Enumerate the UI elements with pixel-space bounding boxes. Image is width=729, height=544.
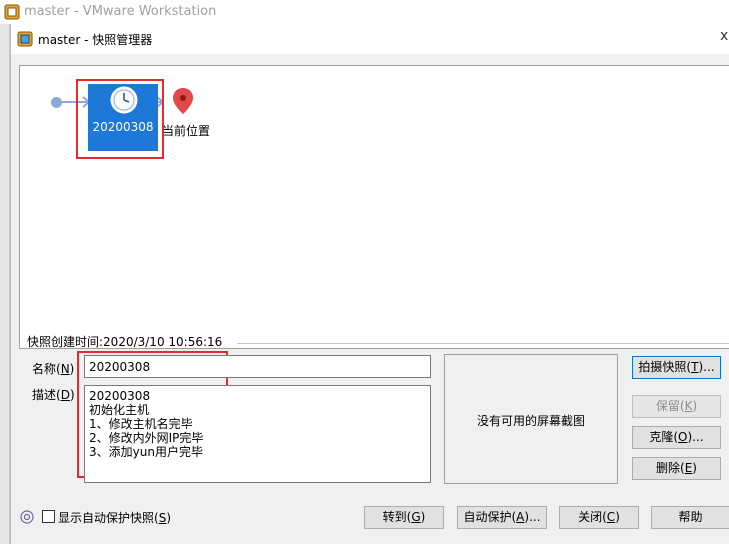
autoprotect-button[interactable]: 自动保护(A)... (457, 506, 547, 529)
dialog-title: master - 快照管理器 (38, 33, 153, 47)
description-line: 20200308 (89, 389, 151, 403)
description-line: 3、添加yun用户完毕 (89, 445, 203, 459)
vmware-app-icon (4, 4, 20, 20)
take-snapshot-button[interactable]: 拍摄快照(T)... (632, 356, 721, 379)
outer-window-title: master - VMware Workstation (24, 4, 217, 19)
description-line: 1、修改主机名完毕 (89, 417, 193, 431)
clock-snapshot-icon (110, 86, 138, 114)
clone-button[interactable]: 克隆(O)... (632, 426, 721, 449)
dialog-titlebar: master - 快照管理器 x (11, 24, 729, 54)
show-autoprotect-label[interactable]: 显示自动保护快照(S) (58, 509, 171, 526)
help-circle-icon[interactable] (20, 510, 34, 524)
snapshot-created-time: 快照创建时间:2020/3/10 10:56:16 (27, 335, 223, 349)
name-label: 名称(N) (32, 362, 75, 376)
snapshot-tree[interactable]: 20200308 当前位置 (19, 65, 729, 349)
snapshot-node-label: 20200308 (92, 120, 154, 134)
snapshot-manager-dialog: master - 快照管理器 x 20200308 当前位置 快照创建时间:20… (10, 24, 729, 544)
screenshot-preview: 没有可用的屏幕截图 (444, 354, 618, 484)
snapshot-name-input[interactable] (84, 355, 431, 378)
outer-window-edge (0, 24, 10, 544)
section-divider (237, 343, 729, 344)
no-screenshot-message: 没有可用的屏幕截图 (476, 414, 585, 428)
help-button[interactable]: 帮助 (651, 506, 729, 529)
delete-button[interactable]: 删除(E) (632, 457, 721, 480)
description-label: 描述(D) (32, 388, 75, 402)
snapshot-description-textarea[interactable]: 20200308 初始化主机 1、修改主机名完毕 2、修改内外网IP完毕 3、添… (84, 385, 431, 483)
goto-button[interactable]: 转到(G) (364, 506, 444, 529)
location-pin-icon (172, 87, 194, 115)
show-autoprotect-checkbox[interactable] (42, 510, 55, 523)
vmware-app-icon (17, 31, 33, 47)
keep-button[interactable]: 保留(K) (632, 395, 721, 418)
description-line: 2、修改内外网IP完毕 (89, 431, 204, 445)
snapshot-node-selected[interactable]: 20200308 (88, 84, 158, 151)
outer-window-titlebar: master - VMware Workstation (0, 0, 729, 24)
description-line: 初始化主机 (89, 403, 150, 417)
close-icon[interactable]: x (720, 28, 729, 48)
close-button[interactable]: 关闭(C) (559, 506, 639, 529)
current-location-label: 当前位置 (162, 124, 211, 138)
